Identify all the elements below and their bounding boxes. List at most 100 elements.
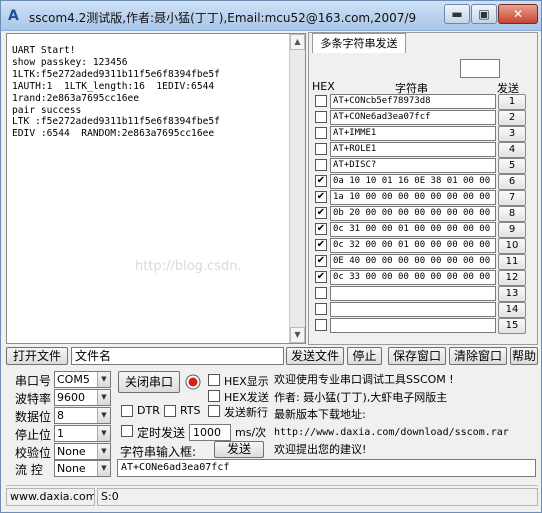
baud-select[interactable]: 9600 ▼ bbox=[54, 389, 111, 406]
multi-send-panel: 多条字符串发送 HEX 字符串 发送 AT+CONcb5ef78973d8 1 AT… bbox=[308, 32, 538, 345]
watermark: http://blog.csdn. bbox=[135, 259, 242, 274]
close-button[interactable]: ✕ bbox=[498, 4, 538, 24]
multi-send-string-field[interactable] bbox=[330, 318, 496, 333]
multi-send-top-input[interactable] bbox=[460, 59, 500, 78]
multi-send-string-field[interactable]: AT+CONcb5ef78973d8 bbox=[330, 94, 496, 109]
multi-send-button[interactable]: 4 bbox=[498, 142, 526, 158]
stop-bits-value: 1 bbox=[57, 427, 64, 440]
minimize-button[interactable]: ▬ bbox=[444, 4, 470, 24]
parity-label: 校验位 bbox=[15, 446, 52, 460]
hex-checkbox[interactable] bbox=[315, 95, 327, 107]
app-window: A sscom4.2测试版,作者:聂小猛(丁丁),Email:mcu52@163… bbox=[0, 0, 542, 513]
hex-checkbox[interactable] bbox=[315, 159, 327, 171]
scroll-up-icon[interactable]: ▲ bbox=[290, 34, 305, 50]
data-bits-select[interactable]: 8 ▼ bbox=[54, 407, 111, 424]
multi-send-string-field[interactable]: AT+IMME1 bbox=[330, 126, 496, 141]
hex-checkbox[interactable] bbox=[315, 143, 327, 155]
hex-checkbox[interactable]: ✔ bbox=[315, 223, 327, 235]
multi-send-string-field[interactable]: AT+ROLE1 bbox=[330, 142, 496, 157]
file-name-field[interactable]: 文件名 bbox=[71, 347, 284, 365]
hex-checkbox[interactable] bbox=[315, 111, 327, 123]
multi-send-string-field[interactable]: 1a 10 00 00 00 00 00 00 00 00 0 bbox=[330, 190, 496, 205]
tab-multi-send[interactable]: 多条字符串发送 bbox=[312, 33, 406, 53]
multi-send-button[interactable]: 15 bbox=[498, 318, 526, 334]
multi-send-string-field[interactable]: 0c 31 00 00 01 00 00 00 00 00 0 bbox=[330, 222, 496, 237]
multi-send-string-field[interactable]: 0b 20 00 00 00 00 00 00 00 00 0 bbox=[330, 206, 496, 221]
flow-select[interactable]: None ▼ bbox=[54, 460, 111, 477]
multi-send-row: AT+ROLE1 4 bbox=[309, 142, 537, 158]
close-port-button[interactable]: 关闭串口 bbox=[118, 371, 180, 393]
multi-send-button[interactable]: 6 bbox=[498, 174, 526, 190]
hex-checkbox[interactable]: ✔ bbox=[315, 255, 327, 267]
hex-display-checkbox[interactable] bbox=[208, 374, 220, 386]
hex-checkbox[interactable]: ✔ bbox=[315, 207, 327, 219]
string-input-label: 字符串输入框: bbox=[120, 445, 197, 459]
multi-send-button[interactable]: 8 bbox=[498, 206, 526, 222]
hex-send-checkbox[interactable] bbox=[208, 390, 220, 402]
multi-send-string-field[interactable]: 0a 10 10 01 16 0E 38 01 00 00 0 bbox=[330, 174, 496, 189]
send-file-button[interactable]: 发送文件 bbox=[286, 347, 344, 365]
info-line: 最新版本下载地址: bbox=[274, 408, 366, 421]
hex-checkbox[interactable]: ✔ bbox=[315, 239, 327, 251]
multi-send-button[interactable]: 13 bbox=[498, 286, 526, 302]
multi-send-string-field[interactable]: 0E 40 00 00 00 00 00 00 00 00 0 bbox=[330, 254, 496, 269]
receive-scrollbar[interactable]: ▲ ▼ bbox=[289, 34, 305, 343]
dtr-checkbox[interactable] bbox=[121, 405, 133, 417]
hex-display-label: HEX显示 bbox=[224, 375, 269, 388]
title-bar[interactable]: A sscom4.2测试版,作者:聂小猛(丁丁),Email:mcu52@163… bbox=[1, 1, 541, 31]
multi-send-button[interactable]: 3 bbox=[498, 126, 526, 142]
multi-send-string-field[interactable]: 0c 32 00 00 01 00 00 00 00 00 0 bbox=[330, 238, 496, 253]
multi-send-string-field[interactable]: 0c 33 00 00 00 00 00 00 00 00 0 bbox=[330, 270, 496, 285]
multi-send-button[interactable]: 14 bbox=[498, 302, 526, 318]
multi-send-string-field[interactable]: AT+CONe6ad3ea07fcf bbox=[330, 110, 496, 125]
scroll-down-icon[interactable]: ▼ bbox=[290, 327, 305, 343]
rts-checkbox[interactable] bbox=[164, 405, 176, 417]
multi-send-button[interactable]: 11 bbox=[498, 254, 526, 270]
multi-send-button[interactable]: 2 bbox=[498, 110, 526, 126]
help-button[interactable]: 帮助 bbox=[510, 347, 538, 365]
maximize-button[interactable]: ▣ bbox=[471, 4, 497, 24]
multi-send-button[interactable]: 10 bbox=[498, 238, 526, 254]
interval-unit: ms/次 bbox=[235, 426, 267, 439]
receive-area[interactable]: UART Start! show passkey: 123456 1LTK:f5… bbox=[6, 33, 306, 344]
send-button[interactable]: 发送 bbox=[214, 441, 264, 458]
save-window-button[interactable]: 保存窗口 bbox=[388, 347, 446, 365]
multi-send-string-field[interactable] bbox=[330, 286, 496, 301]
hex-checkbox[interactable] bbox=[315, 303, 327, 315]
multi-send-row: ✔ 0c 31 00 00 01 00 00 00 00 00 09 bbox=[309, 222, 537, 238]
stop-bits-select[interactable]: 1 ▼ bbox=[54, 425, 111, 442]
hex-checkbox[interactable]: ✔ bbox=[315, 271, 327, 283]
send-newline-checkbox[interactable] bbox=[208, 405, 220, 417]
multi-send-button[interactable]: 5 bbox=[498, 158, 526, 174]
multi-send-button[interactable]: 1 bbox=[498, 94, 526, 110]
interval-input[interactable]: 1000 bbox=[189, 424, 231, 441]
hex-checkbox[interactable] bbox=[315, 127, 327, 139]
info-link[interactable]: http://www.daxia.com/download/sscom.rar bbox=[274, 424, 536, 442]
data-bits-label: 数据位 bbox=[15, 410, 52, 424]
stop-bits-label: 停止位 bbox=[15, 428, 52, 442]
multi-send-row: ✔ 0a 10 10 01 16 0E 38 01 00 00 06 bbox=[309, 174, 537, 190]
multi-send-string-field[interactable] bbox=[330, 302, 496, 317]
status-site: www.daxia.com bbox=[6, 488, 95, 506]
multi-send-button[interactable]: 9 bbox=[498, 222, 526, 238]
window-title: sscom4.2测试版,作者:聂小猛(丁丁),Email:mcu52@163.c… bbox=[29, 11, 417, 25]
hex-checkbox[interactable] bbox=[315, 319, 327, 331]
multi-send-row: ✔ 0c 33 00 00 00 00 00 00 00 00 0 12 bbox=[309, 270, 537, 286]
multi-send-button[interactable]: 12 bbox=[498, 270, 526, 286]
multi-send-row: AT+CONcb5ef78973d8 1 bbox=[309, 94, 537, 110]
port-label: 串口号 bbox=[15, 374, 52, 388]
multi-send-string-field[interactable]: AT+DISC? bbox=[330, 158, 496, 173]
hex-checkbox[interactable]: ✔ bbox=[315, 191, 327, 203]
parity-select[interactable]: None ▼ bbox=[54, 443, 111, 460]
multi-send-row: 15 bbox=[309, 318, 537, 334]
multi-send-button[interactable]: 7 bbox=[498, 190, 526, 206]
string-input[interactable]: AT+CONe6ad3ea07fcf bbox=[117, 459, 536, 477]
stop-button[interactable]: 停止 bbox=[347, 347, 382, 365]
hex-checkbox[interactable] bbox=[315, 287, 327, 299]
hex-checkbox[interactable]: ✔ bbox=[315, 175, 327, 187]
port-select[interactable]: COM5 ▼ bbox=[54, 371, 111, 388]
port-value: COM5 bbox=[57, 373, 90, 386]
open-file-button[interactable]: 打开文件 bbox=[6, 347, 68, 365]
clear-window-button[interactable]: 清除窗口 bbox=[449, 347, 507, 365]
timed-send-checkbox[interactable] bbox=[121, 425, 133, 437]
